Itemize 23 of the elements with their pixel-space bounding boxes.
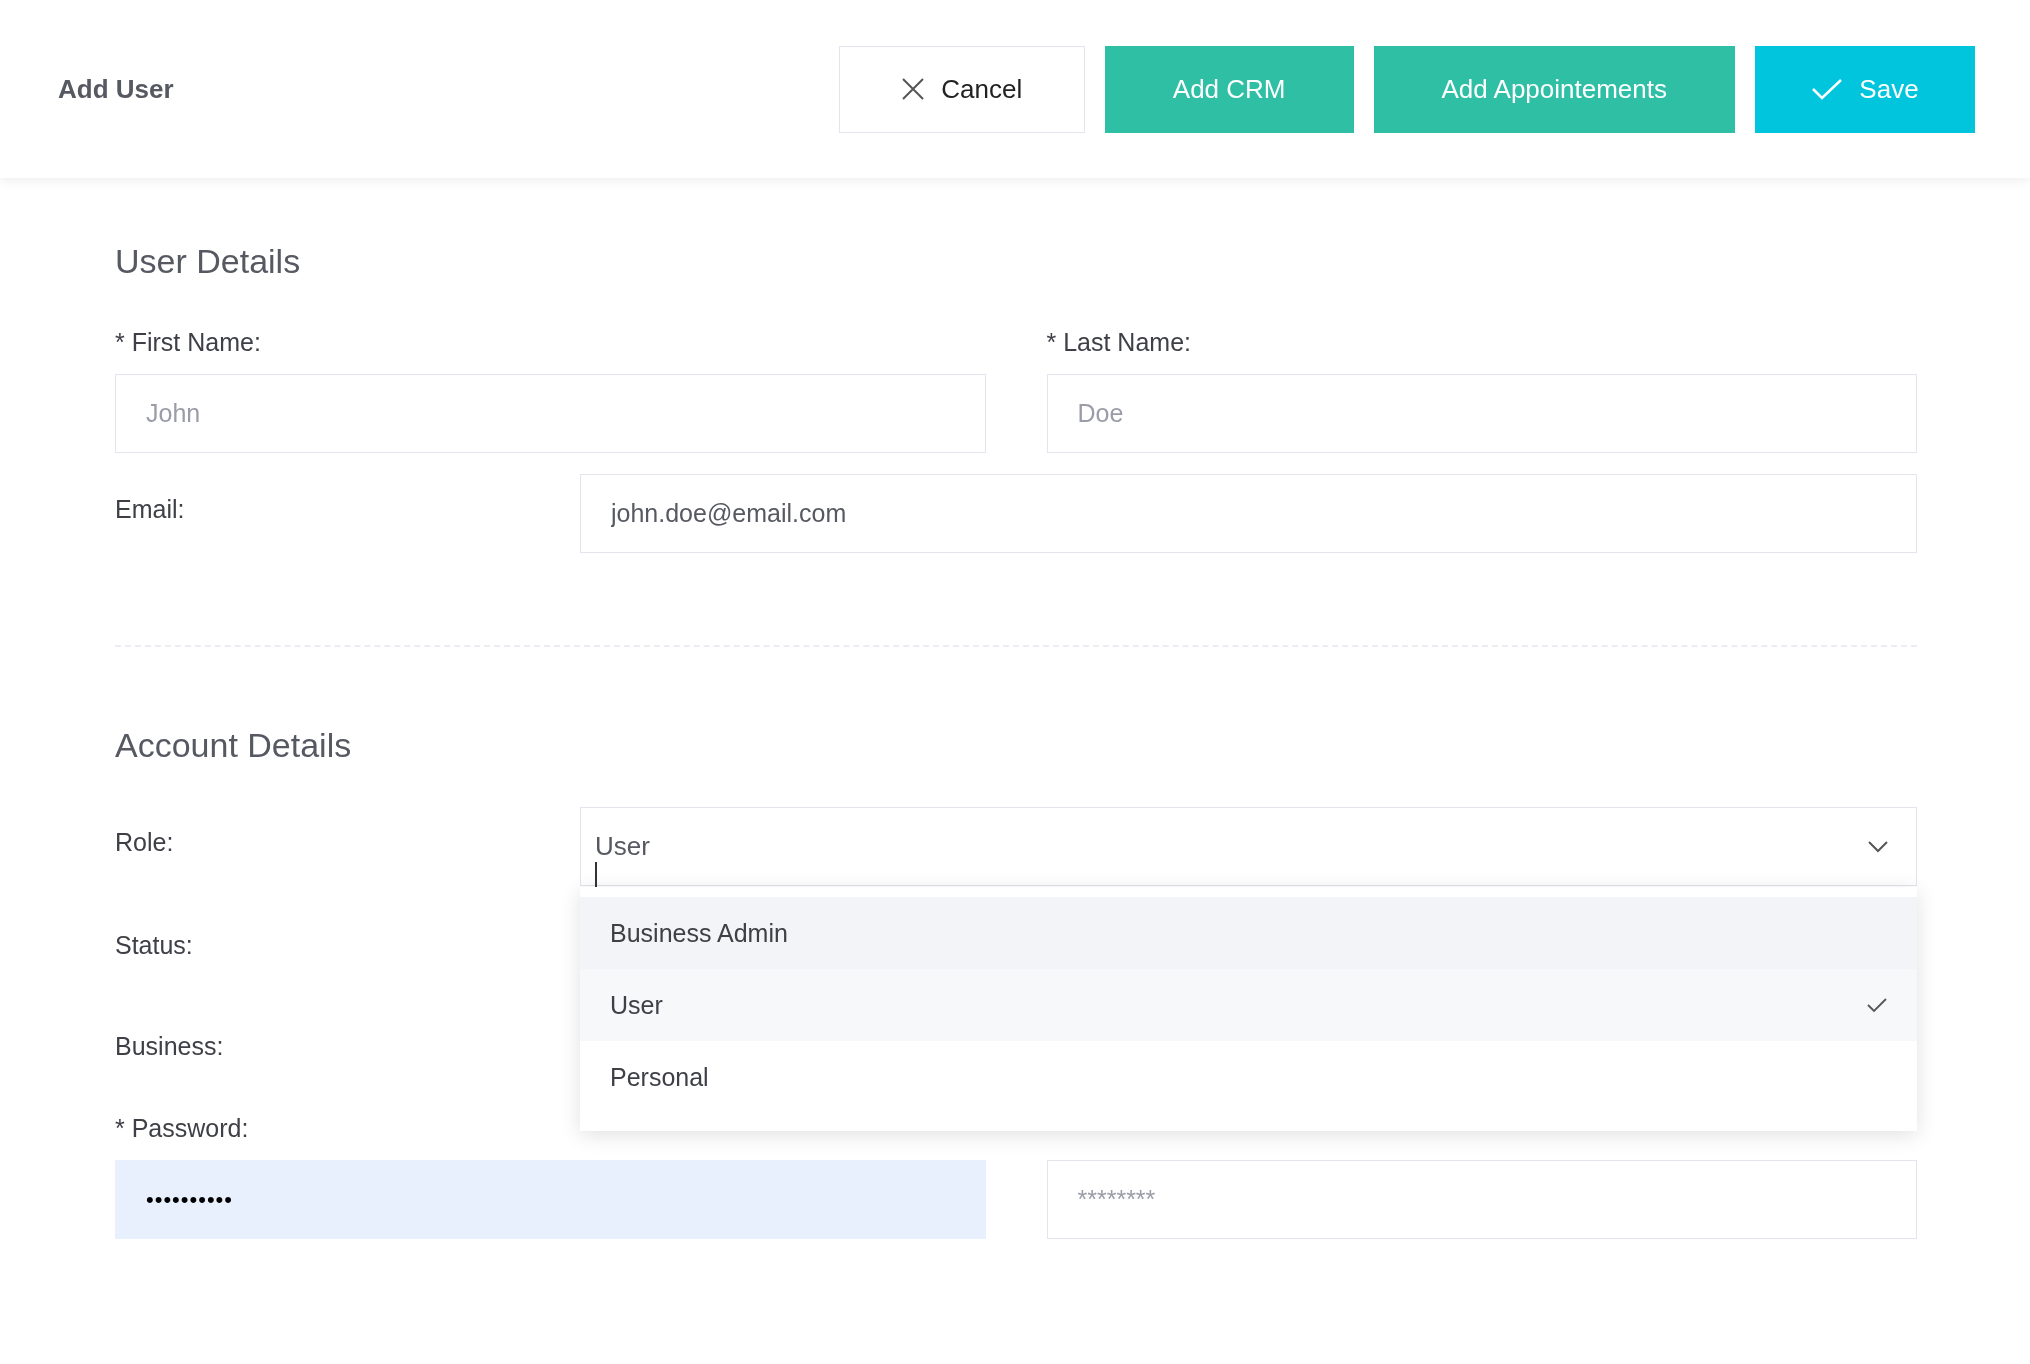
dropdown-option[interactable]: User (580, 969, 1917, 1041)
field-label: Business: (115, 1031, 225, 1061)
dropdown-option[interactable]: Personal (580, 1041, 1917, 1113)
cancel-button[interactable]: Cancel (838, 45, 1085, 133)
input-field[interactable]: John (115, 374, 986, 453)
close-icon (901, 77, 926, 101)
dropdown-option[interactable]: Business Admin (580, 897, 1917, 969)
check-icon (1867, 997, 1887, 1013)
field-label: Role: (115, 827, 175, 857)
password-field[interactable]: ******** (1046, 1160, 1917, 1239)
check-icon (1811, 77, 1844, 101)
input-field[interactable]: Doe (1046, 374, 1917, 453)
section-heading: User Details (115, 241, 302, 281)
field-label: Status: (115, 930, 194, 960)
field-label: * Password: (115, 1113, 250, 1143)
section-heading: Account Details (115, 725, 353, 765)
field-label: Email: (115, 494, 186, 524)
input-field[interactable]: john.doe@email.com (580, 474, 1917, 553)
field-label: * First Name: (115, 327, 262, 357)
field-label: * Last Name: (1046, 327, 1192, 357)
chevron-down-icon (1868, 840, 1888, 853)
password-field[interactable]: •••••••••• (115, 1160, 986, 1239)
page-title: Add User (58, 73, 175, 105)
